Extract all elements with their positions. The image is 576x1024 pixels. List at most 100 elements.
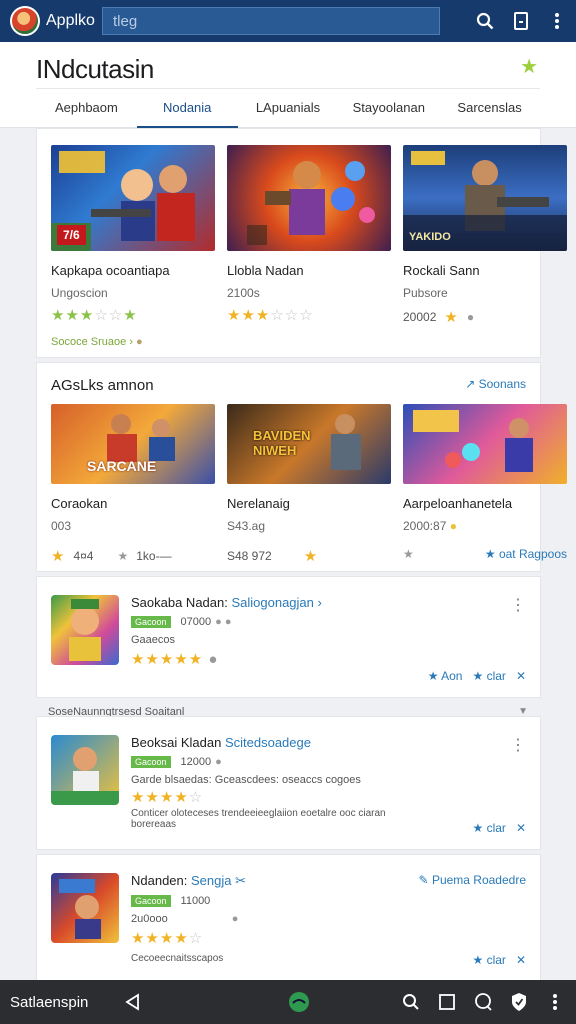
info-icon: ●	[231, 913, 239, 925]
tab-2[interactable]: Nodania	[136, 89, 238, 128]
section-item[interactable]: Aarpeloanhanetela 2000:87 ● ★ ★ oat Ragpo…	[403, 404, 567, 565]
featured-item[interactable]: YAKIDO Rockali Sann Pubsore 20002 ★ ●	[403, 145, 567, 348]
list-item-title: Beoksai Kladan Scitedsoadege	[131, 735, 311, 750]
tab-5[interactable]: Sarcenslas	[439, 89, 540, 128]
overflow-menu-icon[interactable]	[548, 11, 566, 31]
section-item[interactable]: BAVIDEN NIWEH Nerelanaig S43.ag S48 972 ★	[227, 404, 391, 565]
page-header: INdcutasin ★ Aephbaom Nodania LApuanials…	[0, 42, 576, 128]
list-item-title: Ndanden: Sengja ✂	[131, 873, 247, 888]
section-link[interactable]: ↗ Soonans	[465, 377, 526, 394]
info-icon: ●	[208, 651, 219, 668]
overflow-menu-icon[interactable]	[544, 991, 566, 1013]
pencil-icon: ✎	[418, 873, 429, 887]
chat-icon[interactable]	[472, 991, 494, 1013]
share-icon[interactable]: ✕	[516, 669, 526, 683]
share-icon[interactable]: ✕	[516, 821, 526, 835]
more-options-icon[interactable]: ⋮	[510, 595, 526, 615]
info-icon: ●	[215, 756, 222, 768]
coin-icon: ●	[136, 336, 143, 348]
shield-icon[interactable]	[508, 991, 530, 1013]
search-icon[interactable]	[476, 11, 494, 31]
featured-item[interactable]: Llobla Nadan 2100s ★★★☆☆☆	[227, 145, 391, 348]
game-title: Llobla Nadan	[227, 263, 304, 278]
item-link[interactable]: ★ oat Ragpoos	[485, 547, 567, 561]
game-icon[interactable]	[51, 873, 119, 943]
game-thumbnail[interactable]: 7/6	[51, 145, 215, 251]
rating-stars: ★★★★☆	[131, 930, 204, 947]
rating-stars: ★★★☆☆★	[51, 307, 138, 324]
game-subtitle: Ungoscion	[51, 286, 108, 300]
list-item[interactable]: Beoksai Kladan Scitedsoadege Gacoon 12000…	[36, 716, 541, 850]
action-button: ★ clar	[472, 821, 506, 835]
game-subtitle: 2100s	[227, 286, 260, 300]
game-meta: 20002	[403, 310, 437, 324]
section-title: AGsLks amnon	[51, 377, 154, 394]
game-meta: 4¤4	[73, 549, 94, 563]
rating-stars: ★★★☆☆☆	[227, 307, 314, 324]
list-item-title: Saokaba Nadan: Saliogonagjan ›	[131, 595, 322, 610]
thumbnail-badge: 7/6	[57, 225, 86, 245]
game-thumbnail[interactable]: SARCANE	[51, 404, 215, 484]
list-meta: 2u0ooo	[131, 913, 168, 925]
game-thumbnail[interactable]: YAKIDO	[403, 145, 567, 251]
rating-stars: ★★★★★ ●	[131, 651, 219, 668]
game-thumbnail[interactable]	[227, 145, 391, 251]
star-icon: ★	[427, 669, 439, 683]
list-meta: 07000	[180, 616, 212, 628]
home-icon[interactable]	[288, 991, 310, 1013]
game-thumbnail[interactable]: BAVIDEN NIWEH	[227, 404, 391, 484]
thumbnail-label: BAVIDEN NIWEH	[253, 428, 311, 458]
bottom-navigation-bar: Satlaenspin	[0, 980, 576, 1024]
game-icon[interactable]	[51, 735, 119, 805]
thumbnail-label: SARCANE	[87, 458, 157, 474]
search-icon[interactable]	[400, 991, 422, 1013]
featured-card: 7/6 Kapkapa ocoantiapa Ungoscion ★★★☆☆★ …	[36, 128, 567, 358]
game-subtitle: S43.ag	[227, 519, 266, 533]
arrow-icon: ↗	[465, 377, 476, 391]
recent-apps-icon[interactable]	[436, 991, 458, 1013]
info-icon: ● ●	[215, 616, 232, 628]
list-item[interactable]: Saokaba Nadan: Saliogonagjan › Gacoon 070…	[36, 576, 541, 698]
thumbnail-label: YAKIDO	[409, 231, 451, 243]
list-meta: 12000	[180, 756, 212, 768]
developer-link[interactable]: Sengja ✂	[191, 873, 246, 888]
list-description: Conticer oloteceses trendeeieeglaiion eo…	[131, 808, 386, 830]
favorite-star-icon[interactable]: ★	[520, 54, 538, 79]
action-button: ★ Aon	[427, 669, 463, 683]
more-options-icon[interactable]: ⋮	[510, 735, 526, 755]
tab-1[interactable]: Aephbaom	[36, 89, 137, 128]
section-item[interactable]: SARCANE Coraokan 003 ★ 4¤4 ★ 1ko-—	[51, 404, 215, 565]
info-icon: ●	[466, 310, 475, 324]
app-logo[interactable]	[10, 6, 40, 36]
list-description: Cecoeecnaitsscapos	[131, 953, 224, 964]
developer-link[interactable]: Scitedsoadege	[225, 735, 311, 750]
page-title: INdcutasin	[36, 54, 154, 84]
game-subtitle: 003	[51, 519, 72, 533]
star-icon: ★	[484, 547, 496, 561]
list-item[interactable]: Ndanden: Sengja ✂ Gacoon 11000 2u0ooo ● ★★…	[36, 854, 541, 982]
app-name: Applko	[46, 12, 95, 29]
status-badge: Gacoon	[131, 756, 171, 768]
search-input[interactable]: tleg	[102, 7, 440, 35]
game-icon[interactable]	[51, 595, 119, 665]
featured-item[interactable]: 7/6 Kapkapa ocoantiapa Ungoscion ★★★☆☆★ …	[51, 145, 215, 348]
developer-link[interactable]: Saliogonagjan ›	[231, 595, 321, 610]
game-subtitle: 2000:87 ●	[403, 519, 457, 533]
back-icon[interactable]	[122, 991, 144, 1013]
status-badge: Gacoon	[131, 616, 171, 628]
game-chip[interactable]: Sococe Sruaoe › ●	[51, 336, 215, 348]
game-title: Aarpeloanhanetela	[403, 496, 513, 511]
tab-3[interactable]: LApuanials	[238, 89, 339, 128]
game-meta: S48 972	[227, 549, 272, 563]
list-meta: 11000	[180, 895, 211, 907]
game-meta: 1ko-—	[136, 549, 172, 563]
status-badge: Gacoon	[131, 895, 171, 907]
game-title: Coraokan	[51, 496, 108, 511]
list-meta: Gaaecos	[131, 634, 176, 646]
share-icon[interactable]: ✕	[516, 953, 526, 967]
promo-link[interactable]: ✎ Puema Roadedre	[419, 873, 526, 887]
tab-4[interactable]: Stayoolanan	[338, 89, 439, 128]
game-thumbnail[interactable]	[403, 404, 567, 484]
tablet-icon[interactable]	[512, 11, 530, 31]
rating-stars: ★★★★☆	[131, 789, 204, 806]
